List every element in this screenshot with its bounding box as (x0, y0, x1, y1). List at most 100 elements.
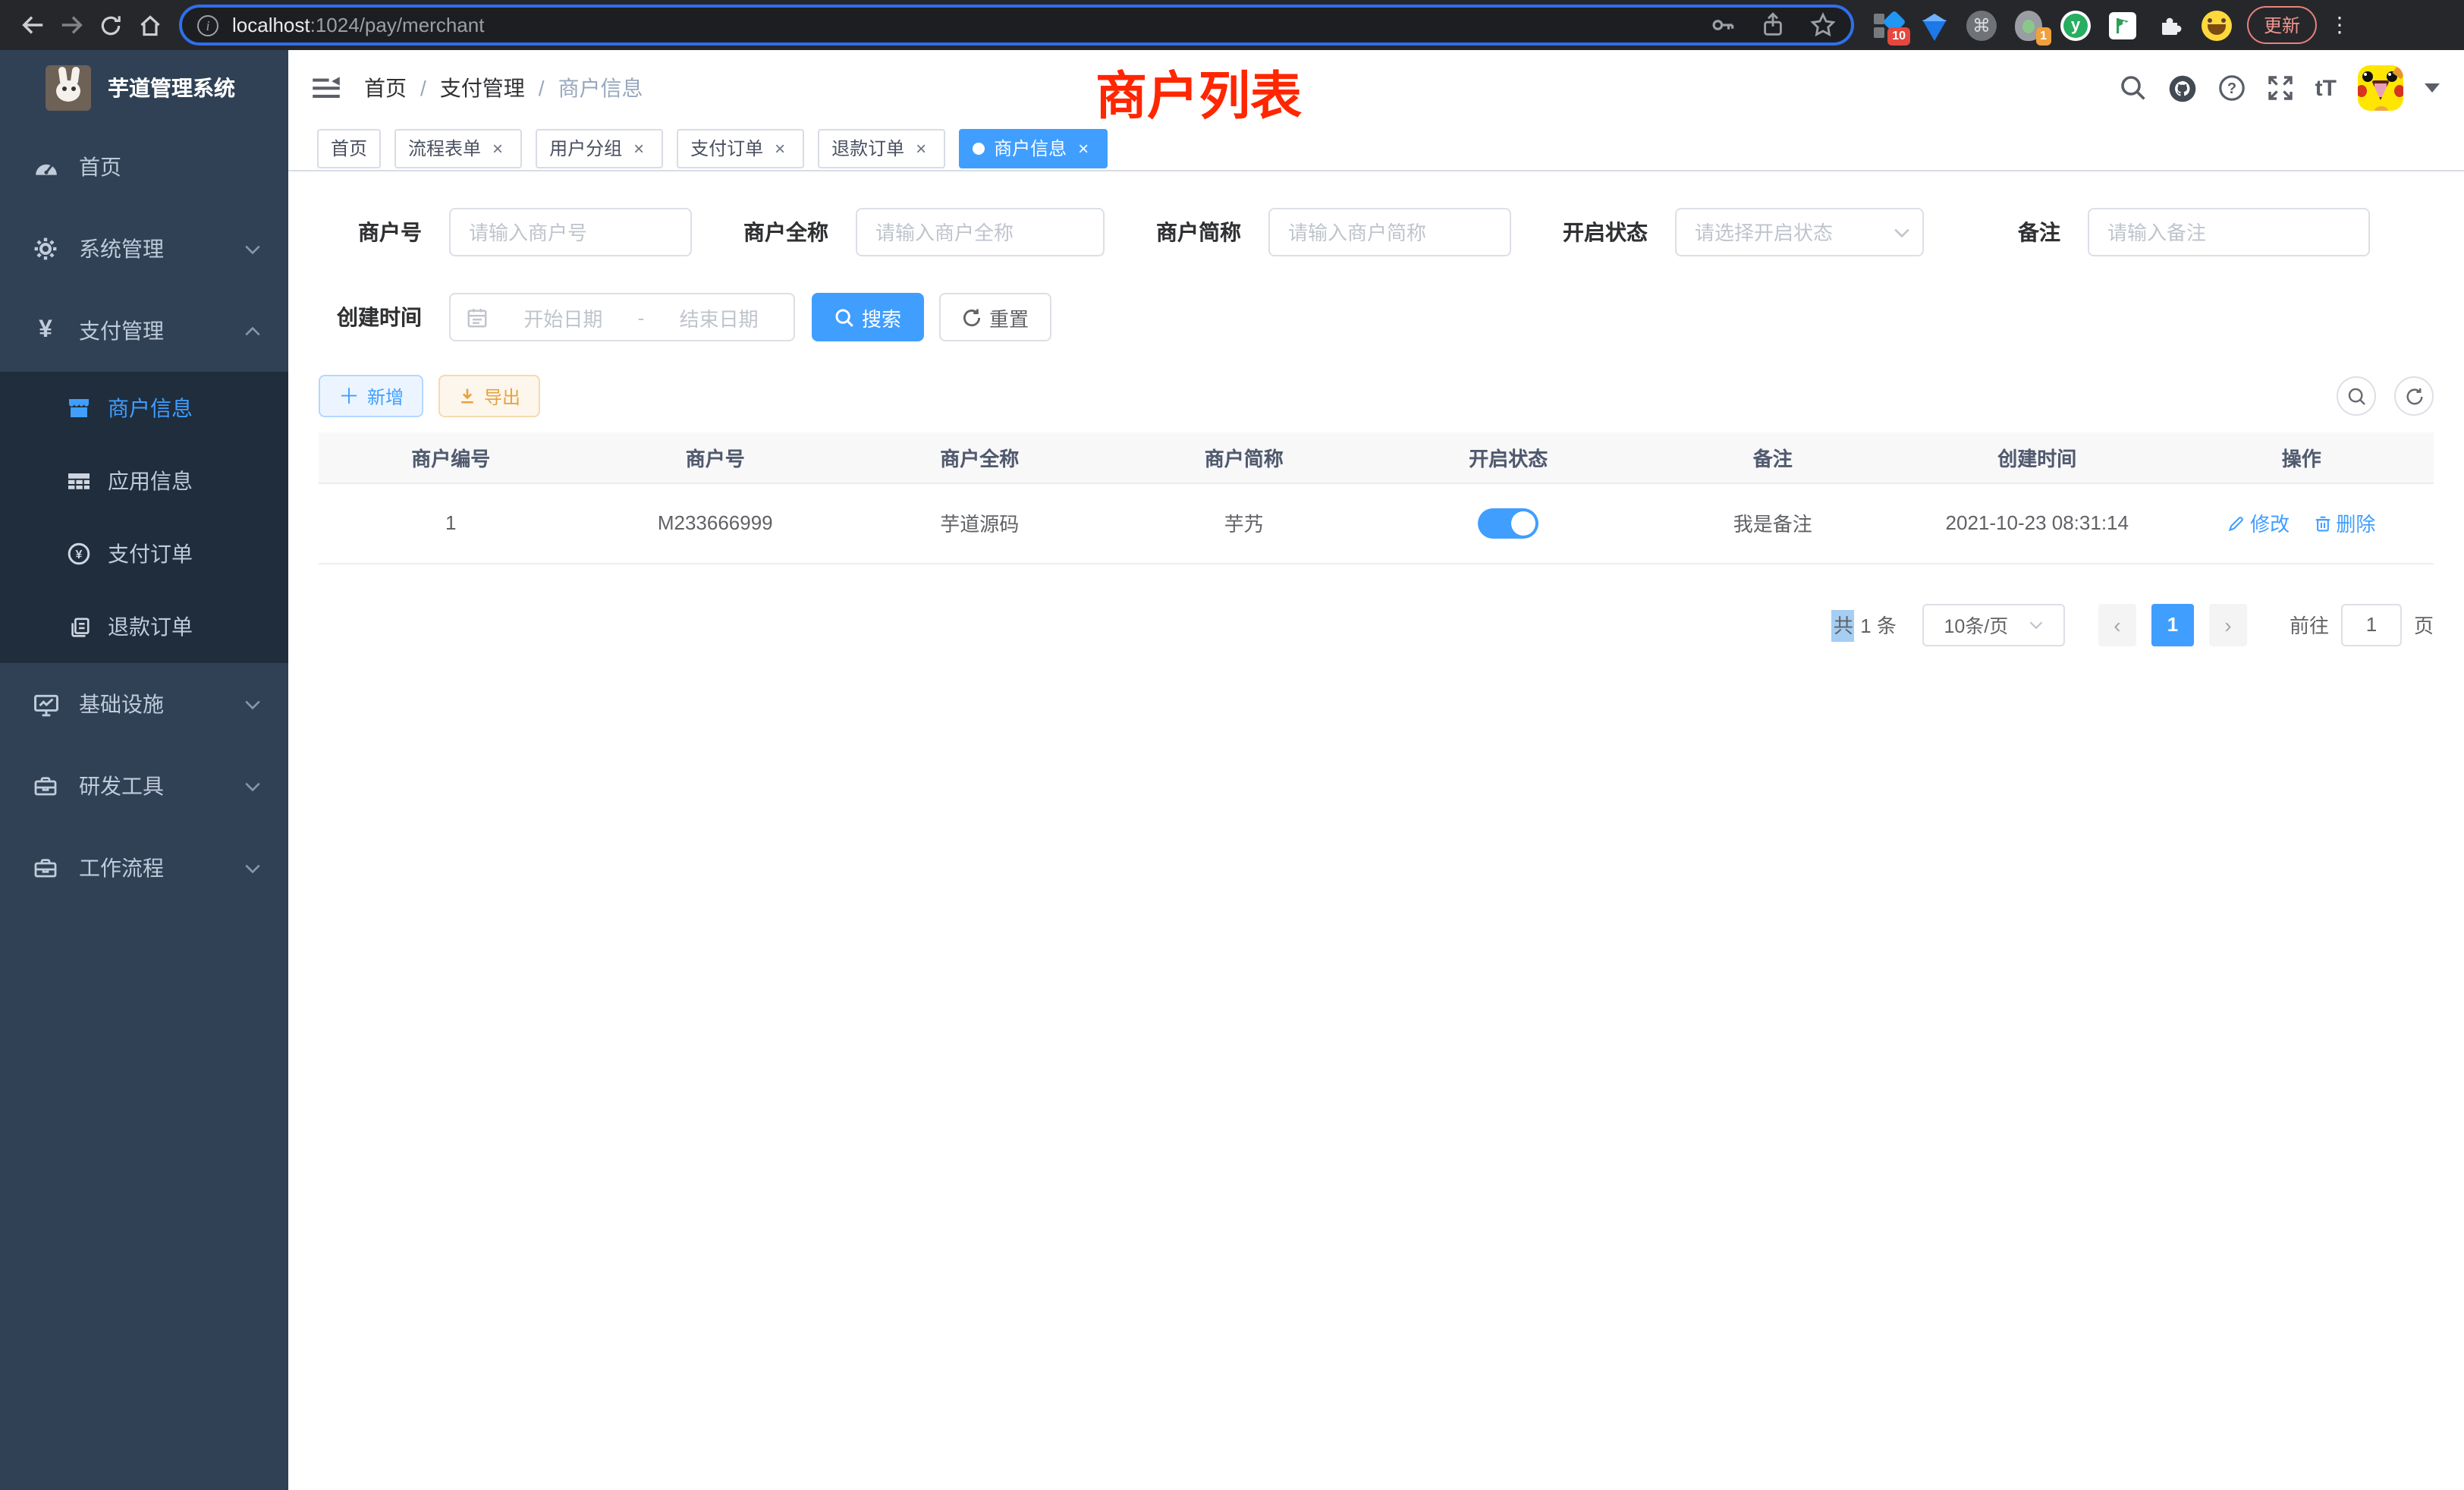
search-button[interactable]: 搜索 (812, 293, 924, 341)
chevron-down-icon (244, 244, 261, 254)
documents-icon (65, 615, 93, 638)
tab-process-form[interactable]: 流程表单× (394, 128, 522, 168)
browser-reload-icon[interactable] (91, 5, 130, 45)
browser-home-icon[interactable] (130, 5, 170, 45)
share-icon[interactable] (1760, 12, 1786, 38)
chevron-up-icon (244, 325, 261, 336)
extension-command-icon[interactable]: ⌘ (1966, 10, 1997, 40)
status-select[interactable] (1675, 208, 1924, 256)
sidebar-item-workflow[interactable]: 工作流程 (0, 827, 288, 909)
edit-link[interactable]: 修改 (2227, 508, 2290, 537)
chevron-down-icon (244, 781, 261, 791)
cell-full-name: 芋道源码 (847, 483, 1112, 563)
show-search-toggle-button[interactable] (2337, 376, 2376, 416)
sidebar-item-pay-order[interactable]: ¥ 支付订单 (0, 517, 288, 590)
sidebar-item-home[interactable]: 首页 (0, 126, 288, 208)
total-count: 共 1 条 (1832, 610, 1897, 639)
app-title: 芋道管理系统 (108, 73, 235, 103)
sidebar-item-app-info[interactable]: 应用信息 (0, 445, 288, 517)
remark-input[interactable] (2088, 208, 2370, 256)
sidebar-item-refund-order[interactable]: 退款订单 (0, 590, 288, 663)
tab-pay-order[interactable]: 支付订单× (677, 128, 804, 168)
app-logo-rabbit-image (46, 65, 91, 111)
avatar-caret-icon[interactable] (2425, 83, 2440, 93)
close-icon[interactable]: × (628, 137, 649, 159)
chevron-down-icon (244, 863, 261, 873)
full-name-input[interactable] (856, 208, 1105, 256)
status-toggle[interactable] (1478, 508, 1538, 538)
avatar[interactable] (2358, 65, 2403, 111)
sidebar-fold-icon[interactable] (313, 76, 340, 100)
start-date-placeholder: 开始日期 (504, 303, 623, 332)
tab-merchant-info[interactable]: 商户信息× (959, 128, 1108, 168)
browser-menu-icon[interactable]: ⋮ (2329, 12, 2350, 38)
prev-page-button[interactable]: ‹ (2098, 603, 2136, 646)
chevron-down-icon (1894, 227, 1910, 237)
extension-puzzle-icon[interactable] (2154, 10, 2185, 40)
short-name-input[interactable] (1268, 208, 1511, 256)
page-suffix: 页 (2414, 610, 2434, 639)
extension-grid-icon[interactable]: 10 (1872, 10, 1903, 40)
cell-remark: 我是备注 (1641, 483, 1906, 563)
header-search-icon[interactable] (2120, 74, 2147, 102)
bookmark-star-icon[interactable] (1810, 12, 1836, 38)
browser-update-button[interactable]: 更新 (2247, 6, 2317, 44)
export-button[interactable]: 导出 (438, 375, 540, 417)
date-range-picker[interactable]: 开始日期 - 结束日期 (449, 293, 795, 341)
delete-link[interactable]: 删除 (2313, 508, 2375, 537)
cell-merchant-no: M233666999 (583, 483, 848, 563)
page-number-1[interactable]: 1 (2151, 603, 2194, 646)
app-logo-row[interactable]: 芋道管理系统 (0, 50, 288, 126)
calendar-icon (466, 306, 489, 328)
page-content: 商户号 商户全称 商户简称 开启状态 (288, 208, 2464, 646)
sidebar-item-merchant-info[interactable]: 商户信息 (0, 372, 288, 445)
cell-status (1376, 483, 1641, 563)
extension-y-icon[interactable]: y (2060, 10, 2091, 40)
toolbox-icon (32, 774, 59, 798)
tab-user-group[interactable]: 用户分组× (536, 128, 663, 168)
close-icon[interactable]: × (1073, 137, 1094, 159)
extension-notify-icon[interactable]: 1 (2013, 10, 2044, 40)
pencil-icon (2227, 514, 2246, 532)
next-page-button[interactable]: › (2209, 603, 2247, 646)
close-icon[interactable]: × (487, 137, 508, 159)
breadcrumb-home[interactable]: 首页 (364, 73, 407, 103)
font-size-icon[interactable]: tT (2315, 75, 2337, 101)
chevron-down-icon (244, 699, 261, 709)
filter-remark: 备注 (1957, 208, 2370, 256)
svg-text:?: ? (2227, 80, 2236, 97)
password-key-icon[interactable] (1710, 12, 1736, 38)
browser-back-icon[interactable] (12, 5, 52, 45)
add-button[interactable]: ＋ 新增 (319, 375, 423, 417)
merchant-no-input[interactable] (449, 208, 692, 256)
extension-emoji-icon[interactable] (2202, 10, 2232, 40)
goto-page-input[interactable] (2341, 603, 2402, 646)
close-icon[interactable]: × (910, 137, 932, 159)
extension-gem-icon[interactable] (1919, 10, 1950, 40)
site-info-icon[interactable]: i (197, 14, 218, 36)
tags-view: 首页 流程表单× 用户分组× 支付订单× 退款订单× 商户信息× (288, 126, 2464, 171)
address-bar[interactable]: i localhost:1024/pay/merchant (179, 5, 1854, 46)
sidebar-item-system[interactable]: 系统管理 (0, 208, 288, 290)
chevron-down-icon (2028, 620, 2043, 629)
sidebar-item-pay[interactable]: ¥ 支付管理 (0, 290, 288, 372)
github-icon[interactable] (2168, 74, 2197, 102)
fullscreen-icon[interactable] (2267, 74, 2294, 102)
goto-label: 前往 (2290, 610, 2329, 639)
browser-forward-icon[interactable] (52, 5, 91, 45)
yen-circle-icon: ¥ (65, 542, 93, 566)
sidebar-item-devtools[interactable]: 研发工具 (0, 745, 288, 827)
page-size-select[interactable]: 10条/页 (1922, 603, 2065, 646)
reset-button[interactable]: 重置 (939, 293, 1051, 341)
close-icon[interactable]: × (769, 137, 790, 159)
monitor-chart-icon (32, 691, 59, 717)
refresh-button[interactable] (2394, 376, 2434, 416)
sidebar-item-infra[interactable]: 基础设施 (0, 663, 288, 745)
breadcrumb-pay[interactable]: 支付管理 (440, 73, 525, 103)
extension-flag-icon[interactable] (2107, 10, 2138, 40)
merchant-table: 商户编号 商户号 商户全称 商户简称 开启状态 备注 创建时间 操作 1 (319, 432, 2434, 564)
tab-refund-order[interactable]: 退款订单× (818, 128, 945, 168)
tab-home[interactable]: 首页 (317, 128, 381, 168)
active-dot (973, 142, 985, 154)
help-icon[interactable]: ? (2218, 74, 2246, 102)
